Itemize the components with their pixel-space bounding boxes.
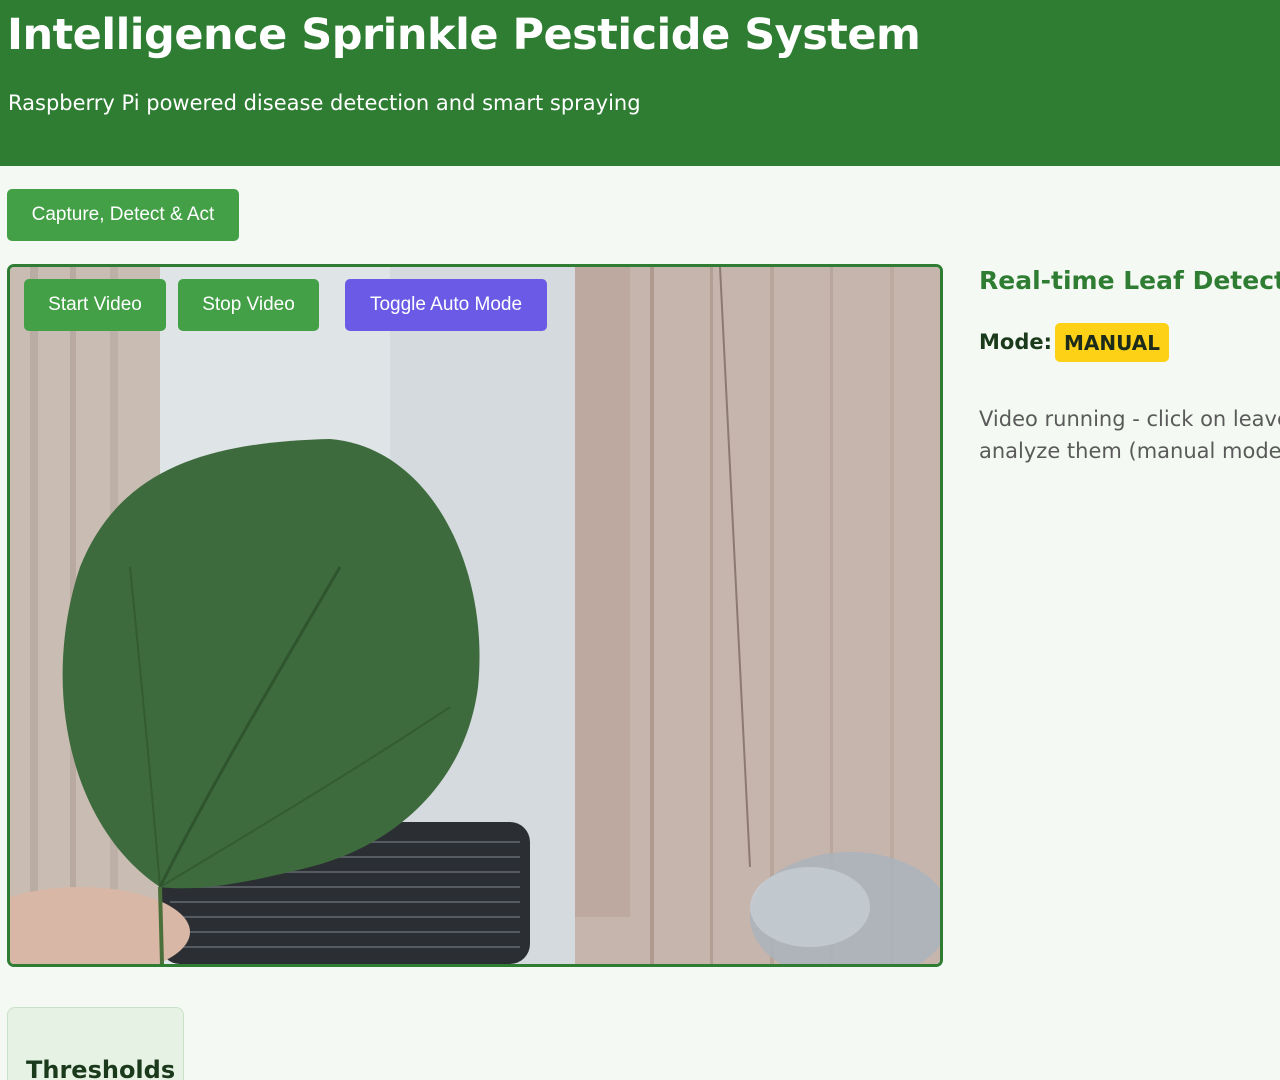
capture-detect-act-button[interactable]: Capture, Detect & Act <box>7 189 239 241</box>
app-header: Intelligence Sprinkle Pesticide System R… <box>0 0 1280 166</box>
video-feed[interactable]: Start Video Stop Video Toggle Auto Mode <box>7 264 943 967</box>
thresholds-heading: Thresholds <box>26 1056 176 1080</box>
start-video-button[interactable]: Start Video <box>24 279 166 331</box>
toggle-auto-mode-button[interactable]: Toggle Auto Mode <box>345 279 547 331</box>
page-title: Intelligence Sprinkle Pesticide System <box>7 10 921 60</box>
thresholds-card: Thresholds <box>7 1007 184 1080</box>
detection-panel-title: Real-time Leaf Detection <box>979 266 1280 295</box>
stop-video-button[interactable]: Stop Video <box>178 279 319 331</box>
page: Intelligence Sprinkle Pesticide System R… <box>0 0 1280 1080</box>
mode-label: Mode: <box>979 330 1052 354</box>
mode-badge: MANUAL <box>1055 323 1169 362</box>
page-subtitle: Raspberry Pi powered disease detection a… <box>8 91 641 115</box>
camera-frame-image <box>10 267 940 964</box>
video-status-text: Video running - click on leaves to analy… <box>979 407 1280 463</box>
